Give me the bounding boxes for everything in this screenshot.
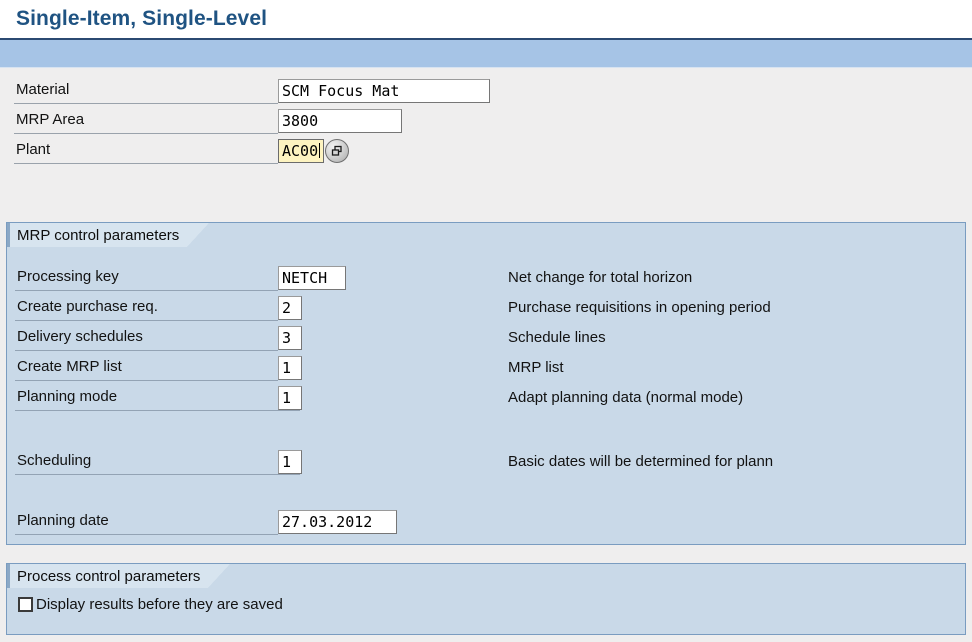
label-material: Material — [14, 78, 278, 104]
group-tab-process: Process control parameters — [7, 564, 231, 588]
group-header-process: Process control parameters — [7, 564, 965, 588]
group-tab-mrp: MRP control parameters — [7, 223, 210, 247]
input-material[interactable]: SCM Focus Mat — [278, 79, 490, 103]
input-delivery-schedules[interactable]: 3 — [278, 326, 302, 350]
group-header-mrp: MRP control parameters — [7, 223, 965, 247]
page-title: Single-Item, Single-Level — [16, 7, 268, 30]
window-title-bar: Single-Item, Single-Level — [0, 0, 972, 38]
field-row-material: Material SCM Focus Mat — [14, 78, 490, 104]
input-plant[interactable]: AC00 — [278, 139, 324, 163]
description-create-purchase-req: Purchase requisitions in opening period — [508, 299, 771, 316]
label-scheduling: Scheduling — [15, 449, 300, 475]
field-row-create-mrp-list: Create MRP list 1 — [15, 355, 302, 381]
input-create-mrp-list[interactable]: 1 — [278, 356, 302, 380]
input-processing-key[interactable]: NETCH — [278, 266, 346, 290]
field-row-planning-mode: Planning mode 1 — [15, 385, 302, 411]
group-body-mrp: Processing key NETCH Net change for tota… — [7, 247, 965, 544]
group-tab-slant — [208, 564, 231, 588]
field-row-planning-date: Planning date 27.03.2012 — [15, 509, 397, 535]
application-toolbar — [0, 38, 972, 68]
field-row-processing-key: Processing key NETCH — [15, 265, 346, 291]
description-planning-mode: Adapt planning data (normal mode) — [508, 389, 744, 406]
description-processing-key: Net change for total horizon — [508, 269, 693, 286]
label-mrp-area: MRP Area — [14, 108, 278, 134]
group-process-control-parameters: Process control parameters Display resul… — [6, 563, 966, 635]
checkbox-display-results[interactable]: Display results before they are saved — [18, 596, 283, 613]
description-create-mrp-list: MRP list — [508, 359, 564, 376]
label-processing-key: Processing key — [15, 265, 278, 291]
checkbox-display-results-label: Display results before they are saved — [36, 596, 283, 613]
description-delivery-schedules: Schedule lines — [508, 329, 606, 346]
label-planning-mode: Planning mode — [15, 385, 300, 411]
input-scheduling[interactable]: 1 — [278, 450, 302, 474]
field-row-scheduling: Scheduling 1 — [15, 449, 302, 475]
group-body-process: Display results before they are saved — [7, 588, 965, 634]
field-row-delivery-schedules: Delivery schedules 3 — [15, 325, 302, 351]
input-create-purchase-req[interactable]: 2 — [278, 296, 302, 320]
group-mrp-control-parameters: MRP control parameters Processing key NE… — [6, 222, 966, 545]
header-field-area: Material SCM Focus Mat MRP Area 3800 Pla… — [0, 74, 972, 178]
label-delivery-schedules: Delivery schedules — [15, 325, 278, 351]
f4-value-help-icon[interactable] — [325, 139, 349, 163]
description-scheduling: Basic dates will be determined for plann — [508, 453, 774, 470]
label-planning-date: Planning date — [15, 509, 278, 535]
group-tab-slant — [187, 223, 210, 247]
group-title-process: Process control parameters — [17, 567, 201, 585]
input-planning-date[interactable]: 27.03.2012 — [278, 510, 397, 534]
checkbox-icon[interactable] — [18, 597, 33, 612]
text-cursor — [319, 143, 321, 158]
input-planning-mode[interactable]: 1 — [278, 386, 302, 410]
label-create-mrp-list: Create MRP list — [15, 355, 278, 381]
input-plant-value: AC00 — [282, 142, 319, 160]
field-row-plant: Plant AC00 — [14, 138, 349, 164]
field-row-mrp-area: MRP Area 3800 — [14, 108, 402, 134]
field-row-create-purchase-req: Create purchase req. 2 — [15, 295, 302, 321]
label-plant: Plant — [14, 138, 278, 164]
label-create-purchase-req: Create purchase req. — [15, 295, 278, 321]
input-mrp-area[interactable]: 3800 — [278, 109, 402, 133]
group-title-mrp: MRP control parameters — [17, 226, 180, 244]
